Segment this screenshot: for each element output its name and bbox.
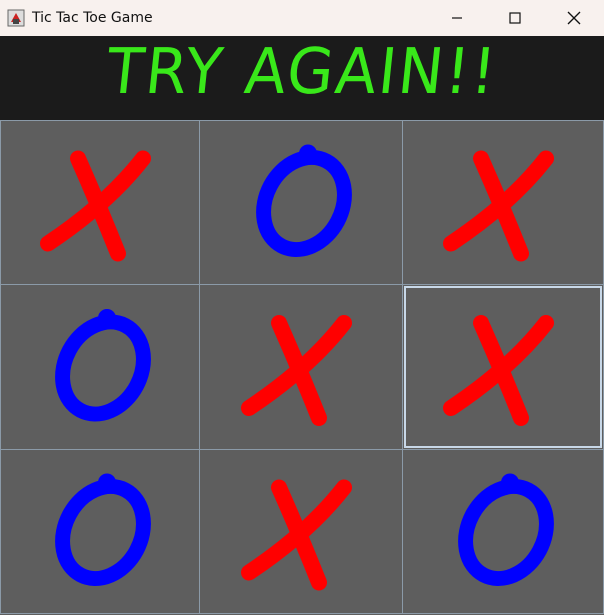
x-mark [443, 315, 554, 426]
o-mark [458, 473, 554, 586]
x-mark [241, 479, 352, 591]
o-mark [55, 309, 151, 422]
board-cell-6[interactable] [402, 284, 604, 450]
o-mark [256, 144, 352, 257]
board-cell-4[interactable] [0, 284, 200, 450]
board-cell-7[interactable] [0, 449, 200, 614]
result-message: TRY AGAIN!! [102, 35, 502, 109]
board-cell-2[interactable] [199, 120, 403, 285]
x-mark [40, 150, 151, 262]
board-cell-1[interactable] [0, 120, 200, 285]
x-mark [443, 150, 554, 262]
board-cell-9[interactable] [402, 449, 604, 614]
window-title: Tic Tac Toe Game [32, 10, 153, 26]
game-board [0, 120, 604, 614]
close-icon [567, 11, 581, 25]
maximize-icon [509, 12, 521, 24]
app-icon [6, 8, 26, 28]
o-mark [55, 473, 151, 586]
board-cell-8[interactable] [199, 449, 403, 614]
result-banner: TRY AGAIN!! [0, 35, 604, 120]
x-mark [241, 315, 352, 426]
board-cell-5[interactable] [199, 284, 403, 450]
board-cell-3[interactable] [402, 120, 604, 285]
minimize-icon [452, 17, 462, 19]
close-button[interactable] [545, 0, 603, 36]
